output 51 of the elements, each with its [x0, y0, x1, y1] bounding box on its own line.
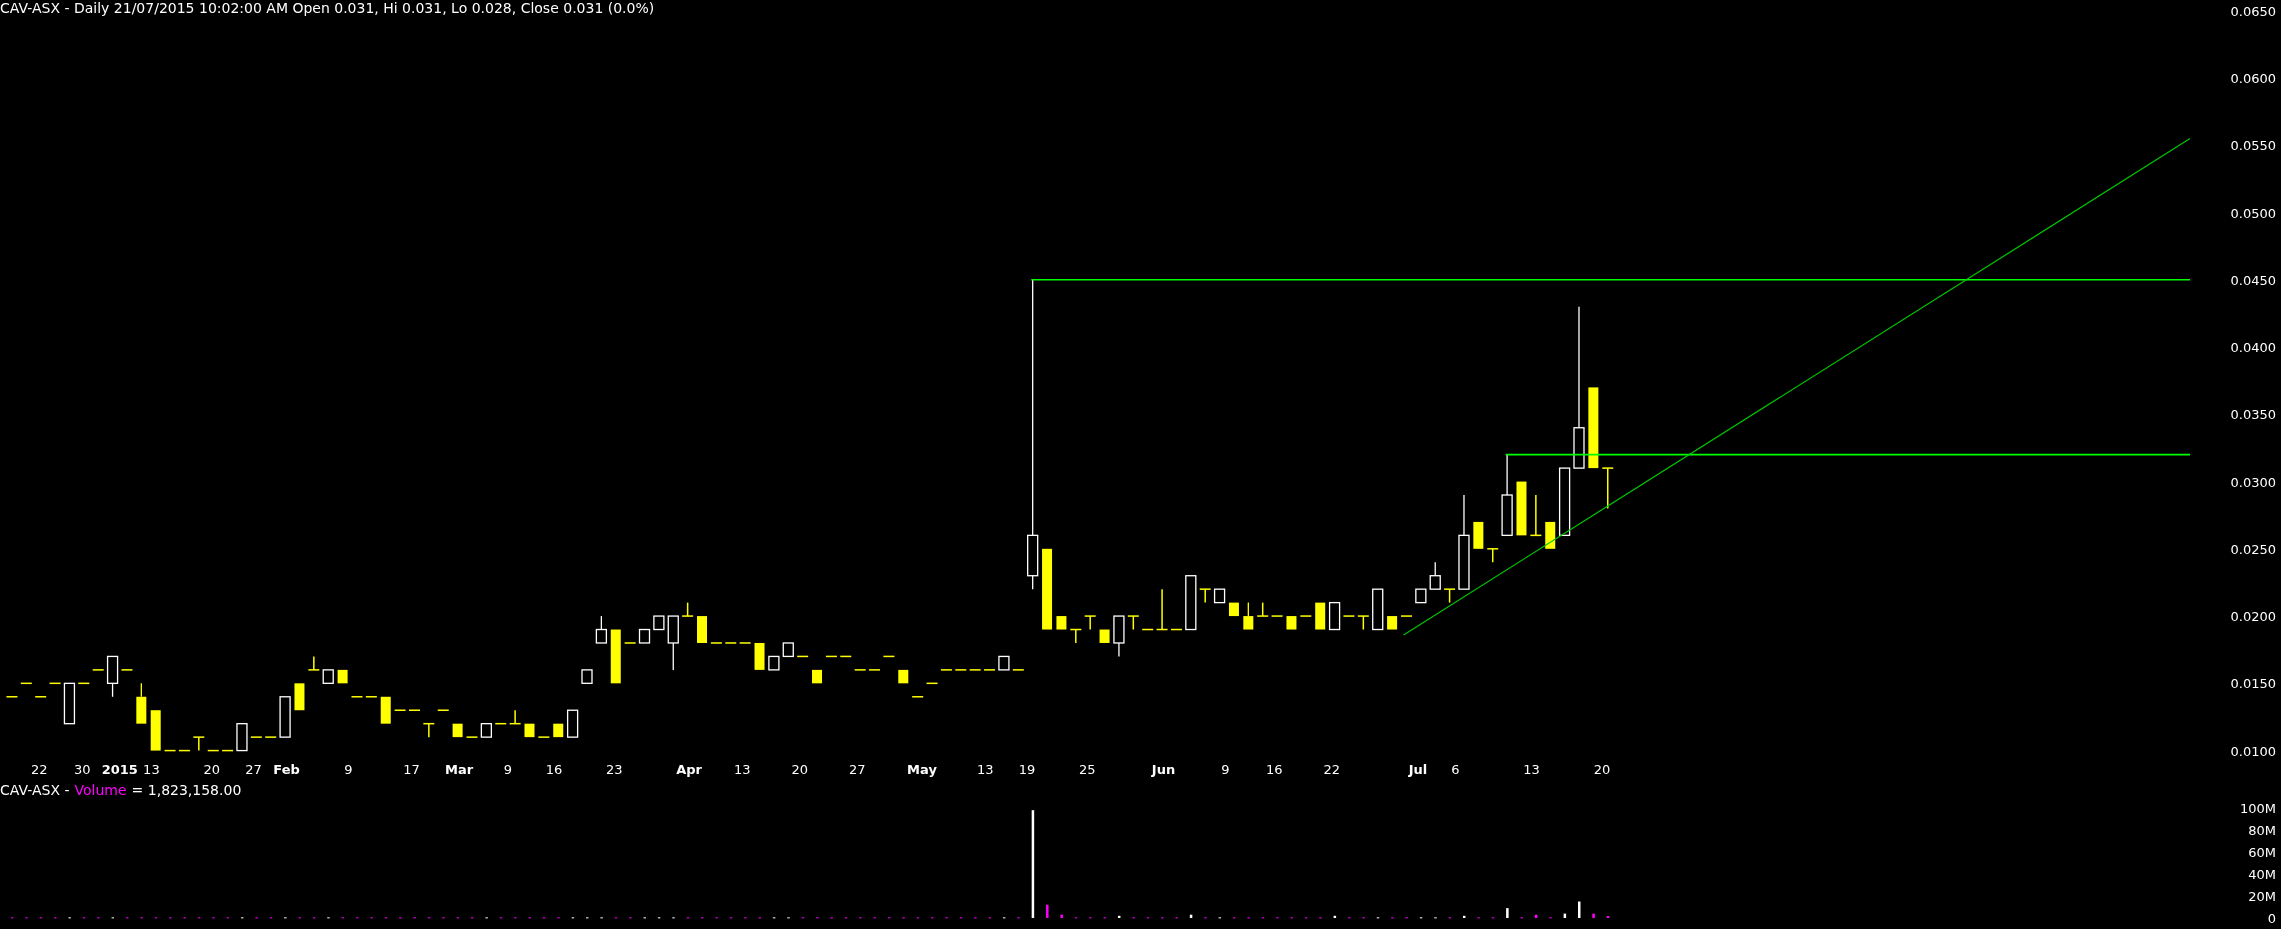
axis-label: 22	[1323, 762, 1340, 777]
axis-label: 2015	[101, 762, 138, 777]
axis-label: 20	[1593, 762, 1611, 777]
axis-label: 0.0100	[2230, 743, 2276, 759]
axis-label: 16	[1265, 762, 1283, 777]
axis-label: 0	[2267, 911, 2276, 926]
axis-label: 0.0150	[2230, 676, 2276, 692]
axis-label: 0.0650	[2230, 3, 2276, 19]
axis-label: Mar	[445, 762, 474, 777]
axis-label: 0.0300	[2230, 474, 2276, 490]
axis-label: 0.0450	[2230, 272, 2276, 288]
axis-label: 19	[1018, 762, 1036, 777]
chart-header: CAV-ASX - Daily 21/07/2015 10:02:00 AM Open 0.031, Hi 0.031, Lo 0.028, Close 0.031 (0.0%)	[0, 0, 655, 17]
axis-label: 0.0600	[2230, 71, 2276, 86]
axis-label: 9	[344, 762, 353, 777]
axis-label: 9	[1221, 762, 1230, 777]
axis-label: 13	[1523, 762, 1540, 777]
axis-label: 27	[849, 762, 866, 777]
axis-label: 6	[1451, 762, 1460, 777]
axis-label: 17	[403, 762, 420, 777]
axis-label: 0.0250	[2230, 541, 2276, 557]
axis-label: 25	[1079, 762, 1096, 777]
axis-label: Jun	[1151, 762, 1176, 777]
axis-label: 20	[203, 762, 221, 777]
axis-label: 16	[545, 762, 563, 777]
axis-label: 40M	[2248, 867, 2276, 882]
symbol-text: CAV-ASX -	[0, 782, 70, 798]
axis-label: 13	[143, 762, 160, 777]
axis-label: 13	[734, 762, 751, 777]
axis-label: 22	[30, 762, 48, 777]
axis-label: 0.0350	[2230, 407, 2276, 423]
axis-label: 23	[606, 762, 623, 777]
axis-label: 0.0200	[2230, 609, 2276, 625]
axis-label: 0.0400	[2230, 340, 2276, 356]
axis-label: 100M	[2239, 801, 2276, 816]
axis-label: 60M	[2248, 845, 2276, 860]
axis-label: 80M	[2248, 823, 2276, 838]
axis-label: 30	[74, 762, 91, 777]
volume-label: Volume	[74, 782, 127, 798]
axis-label: Feb	[273, 762, 300, 777]
axis-label: Apr	[676, 762, 702, 777]
axis-label: 0.0550	[2230, 138, 2276, 154]
axis-label: 9	[503, 762, 513, 777]
axis-label: Jul	[1408, 762, 1428, 777]
axis-label: 13	[976, 762, 994, 777]
volume-value: = 1,823,158.00	[131, 782, 242, 798]
axis-label: 27	[245, 762, 262, 777]
axis-label: 20	[791, 762, 809, 777]
axis-label: 20M	[2248, 889, 2276, 904]
axis-label: May	[907, 762, 937, 777]
axis-label: 0.0500	[2230, 205, 2276, 221]
